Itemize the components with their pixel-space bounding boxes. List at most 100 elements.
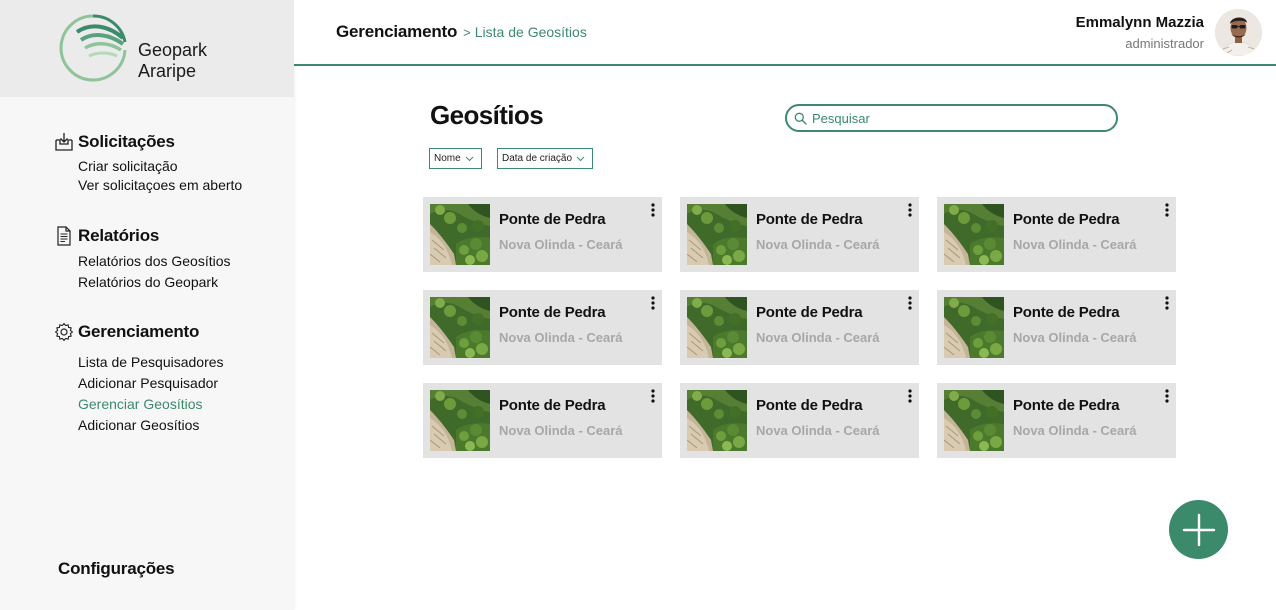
geosite-thumbnail (944, 297, 1004, 358)
geosite-card[interactable]: Ponte de Pedra Nova Olinda - Ceará (680, 197, 919, 272)
geosite-name: Ponte de Pedra (756, 397, 863, 414)
more-options-icon[interactable] (906, 388, 914, 404)
breadcrumb-separator: > (463, 25, 471, 40)
sidebar-item-relatorios-geopark[interactable]: Relatórios do Geopark (78, 272, 231, 293)
geosite-card[interactable]: Ponte de Pedra Nova Olinda - Ceará (680, 290, 919, 365)
geosite-location: Nova Olinda - Ceará (499, 423, 623, 438)
geosite-photo (944, 297, 1004, 358)
user-role: administrador (1125, 36, 1204, 51)
geosite-location: Nova Olinda - Ceará (756, 330, 880, 345)
sidebar-item-relatorios-geositios[interactable]: Relatórios dos Geosítios (78, 251, 231, 272)
geosite-card[interactable]: Ponte de Pedra Nova Olinda - Ceará (937, 383, 1176, 458)
add-geosite-button[interactable] (1169, 500, 1228, 559)
nav-section-solicitacoes: Solicitações Criar solicitação Ver solic… (54, 131, 242, 195)
user-name: Emmalynn Mazzia (1075, 14, 1204, 31)
more-options-icon[interactable] (649, 295, 657, 311)
more-options-icon[interactable] (1163, 388, 1171, 404)
geosite-photo (687, 390, 747, 451)
sidebar-item-configuracoes[interactable]: Configurações (58, 559, 175, 579)
brand-line-1: Geopark (138, 40, 208, 60)
geosite-location: Nova Olinda - Ceará (1013, 423, 1137, 438)
more-options-icon[interactable] (649, 202, 657, 218)
geosite-name: Ponte de Pedra (1013, 397, 1120, 414)
nav-links-relatorios: Relatórios dos Geosítios Relatórios do G… (78, 251, 231, 293)
geosite-name: Ponte de Pedra (756, 304, 863, 321)
geosite-name: Ponte de Pedra (499, 397, 606, 414)
document-icon (57, 226, 71, 246)
filter-data-criacao-dropdown[interactable]: Data de criação (497, 148, 593, 169)
geosite-photo (430, 204, 490, 265)
more-options-icon[interactable] (1163, 295, 1171, 311)
more-options-icon[interactable] (1163, 202, 1171, 218)
geosite-thumbnail (430, 204, 490, 265)
search-box[interactable] (785, 104, 1118, 132)
nav-section-gerenciamento: Gerenciamento Lista de Pesquisadores Adi… (54, 321, 224, 436)
geosite-thumbnail (430, 390, 490, 451)
geosite-photo (430, 297, 490, 358)
nav-title-relatorios: Relatórios (78, 226, 160, 245)
geosite-thumbnail (944, 204, 1004, 265)
nav-links-solicitacoes: Criar solicitação Ver solicitaçoes em ab… (78, 157, 242, 195)
breadcrumb: Gerenciamento > Lista de Geosítios (336, 22, 587, 42)
geosite-thumbnail (687, 297, 747, 358)
geosite-card[interactable]: Ponte de Pedra Nova Olinda - Ceará (937, 197, 1176, 272)
geosite-location: Nova Olinda - Ceará (756, 237, 880, 252)
geosite-name: Ponte de Pedra (1013, 304, 1120, 321)
breadcrumb-root[interactable]: Gerenciamento (336, 22, 457, 42)
user-avatar-icon (1215, 9, 1262, 56)
nav-section-relatorios: Relatórios Relatórios dos Geosítios Rela… (54, 225, 231, 293)
user-info[interactable]: Emmalynn Mazzia administrador (1076, 13, 1204, 54)
geosite-card[interactable]: Ponte de Pedra Nova Olinda - Ceará (423, 383, 662, 458)
inbox-download-icon (55, 133, 73, 151)
filter-nome-label: Nome (434, 153, 461, 164)
geosite-location: Nova Olinda - Ceará (1013, 237, 1137, 252)
geosite-card[interactable]: Ponte de Pedra Nova Olinda - Ceará (937, 290, 1176, 365)
geosite-name: Ponte de Pedra (756, 211, 863, 228)
nav-head-solicitacoes[interactable]: Solicitações (54, 131, 242, 153)
nav-head-gerenciamento[interactable]: Gerenciamento (54, 321, 224, 343)
search-input[interactable] (812, 110, 1092, 126)
chevron-down-icon (465, 156, 474, 161)
nav-head-relatorios[interactable]: Relatórios (54, 225, 231, 247)
geosite-location: Nova Olinda - Ceará (499, 330, 623, 345)
geosite-thumbnail (687, 390, 747, 451)
geosite-name: Ponte de Pedra (1013, 211, 1120, 228)
brand-name: Geopark Araripe (138, 40, 207, 82)
sidebar: Geopark Araripe Solicitações Criar solic… (0, 0, 294, 610)
sidebar-item-ver-solicitacoes[interactable]: Ver solicitaçoes em aberto (78, 176, 242, 195)
top-header: Gerenciamento > Lista de Geosítios Emmal… (294, 0, 1276, 66)
breadcrumb-current: Lista de Geosítios (474, 24, 587, 40)
geosite-card[interactable]: Ponte de Pedra Nova Olinda - Ceará (423, 197, 662, 272)
avatar[interactable] (1215, 9, 1262, 56)
brand-line-2: Araripe (138, 61, 197, 81)
sidebar-item-adicionar-geositios[interactable]: Adicionar Geosítios (78, 415, 224, 436)
geosite-card[interactable]: Ponte de Pedra Nova Olinda - Ceará (423, 290, 662, 365)
geosite-thumbnail (430, 297, 490, 358)
geosite-location: Nova Olinda - Ceará (1013, 330, 1137, 345)
plus-icon (1182, 513, 1215, 546)
sidebar-item-criar-solicitacao[interactable]: Criar solicitação (78, 157, 242, 176)
nav-title-solicitacoes: Solicitações (78, 132, 175, 151)
sidebar-item-lista-pesquisadores[interactable]: Lista de Pesquisadores (78, 352, 224, 373)
gear-icon (54, 322, 74, 342)
more-options-icon[interactable] (649, 388, 657, 404)
geosite-photo (430, 390, 490, 451)
geosite-card[interactable]: Ponte de Pedra Nova Olinda - Ceará (680, 383, 919, 458)
more-options-icon[interactable] (906, 202, 914, 218)
geosite-photo (944, 204, 1004, 265)
geosite-location: Nova Olinda - Ceará (756, 423, 880, 438)
geosite-photo (687, 204, 747, 265)
geosite-thumbnail (944, 390, 1004, 451)
sidebar-item-adicionar-pesquisador[interactable]: Adicionar Pesquisador (78, 373, 224, 394)
filter-nome-dropdown[interactable]: Nome (429, 148, 482, 169)
more-options-icon[interactable] (906, 295, 914, 311)
sidebar-item-gerenciar-geositios[interactable]: Gerenciar Geosítios (78, 394, 224, 415)
geopark-logo-icon (59, 14, 127, 82)
search-icon (794, 112, 807, 125)
geosite-photo (687, 297, 747, 358)
chevron-down-icon (576, 156, 585, 161)
nav-title-gerenciamento: Gerenciamento (78, 322, 200, 341)
geosite-photo (944, 390, 1004, 451)
geosite-name: Ponte de Pedra (499, 211, 606, 228)
logo-area: Geopark Araripe (0, 0, 294, 97)
